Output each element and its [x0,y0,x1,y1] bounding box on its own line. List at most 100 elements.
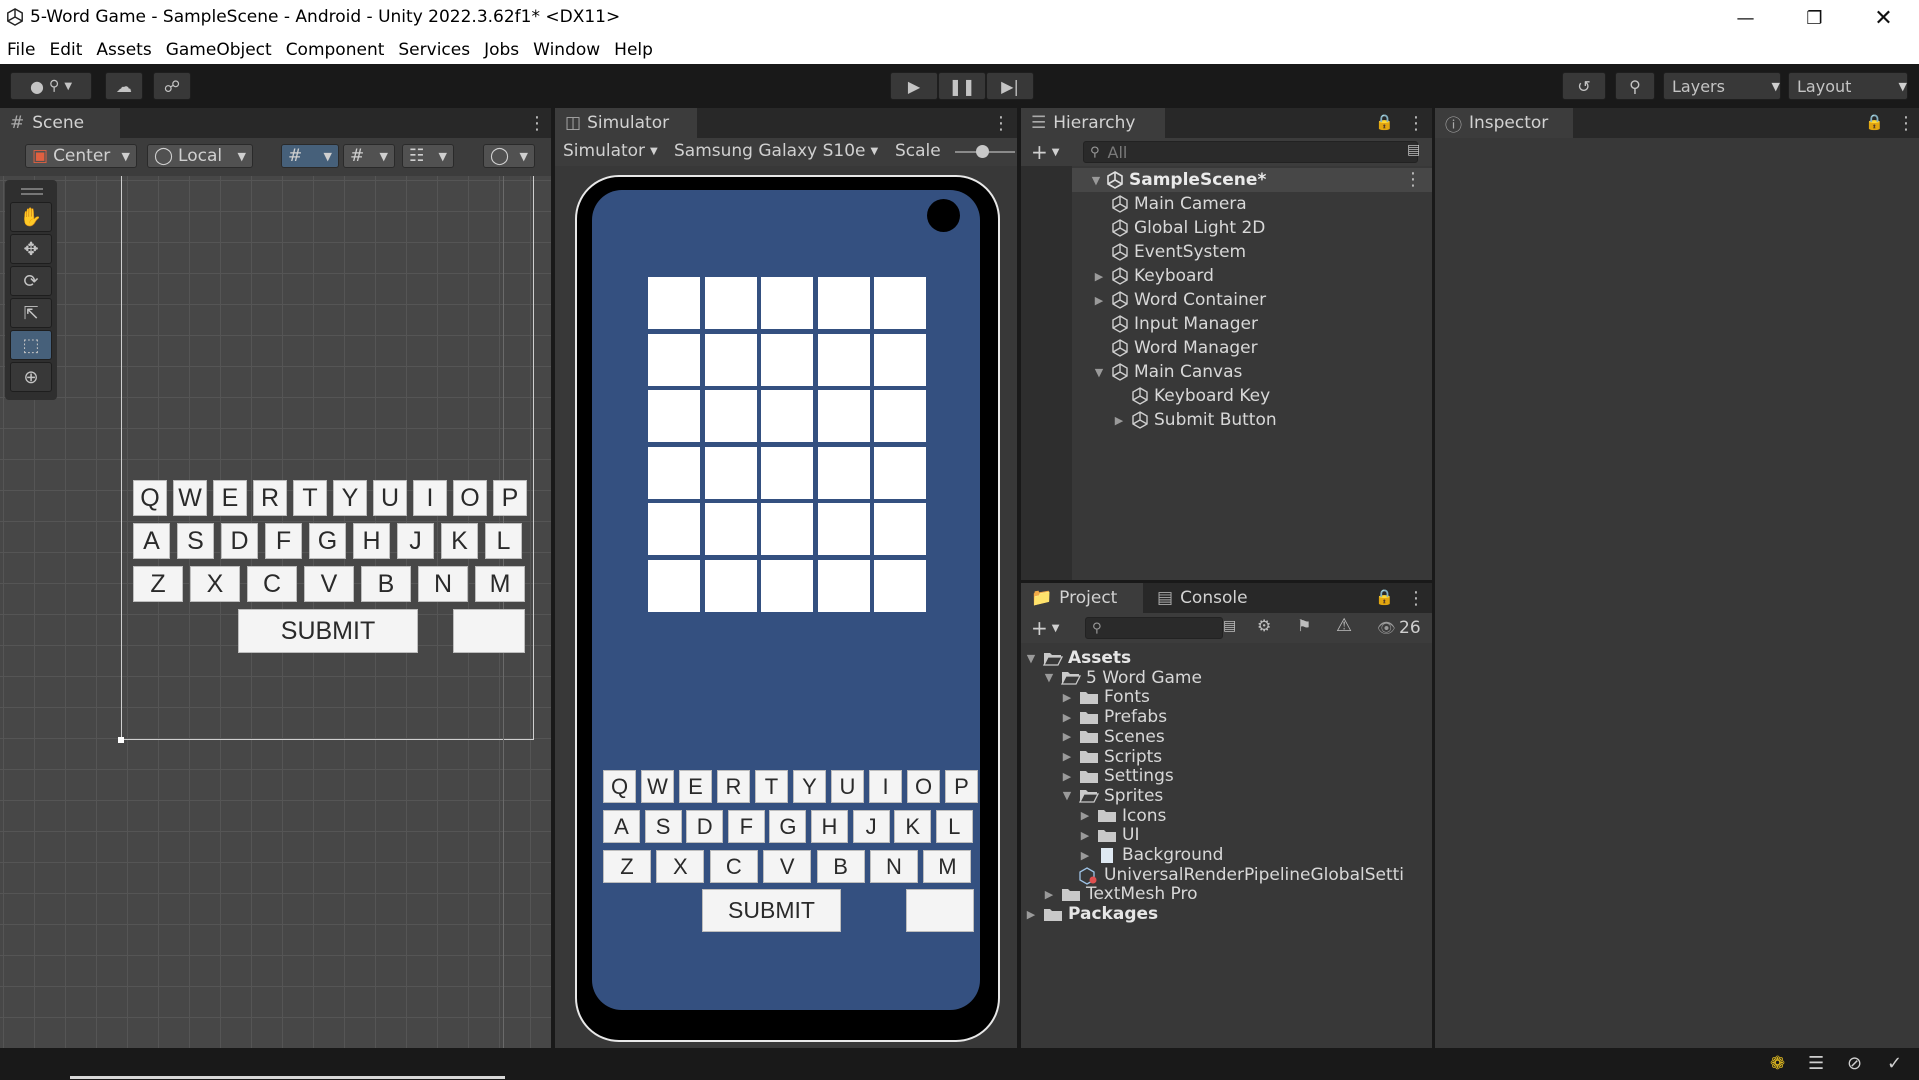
hierarchy-item[interactable]: Keyboard Key [1113,384,1270,408]
lock-icon[interactable]: 🔒 [1375,113,1394,131]
filter-log-icon[interactable]: ⚠ [1336,615,1352,636]
hierarchy-item[interactable]: EventSystem [1093,240,1246,264]
search-scene-icon[interactable]: ▤ [1407,142,1420,158]
key-l[interactable]: L [485,523,522,559]
pause-button[interactable]: ❚❚ [938,72,986,100]
lock-icon[interactable]: 🔒 [1375,588,1394,606]
search-scene-icon[interactable]: ▤ [1223,618,1236,634]
menu-edit[interactable]: Edit [49,40,82,60]
scene-viewport[interactable]: ✋ ✥ ⟳ ⇱ ⬚ ⊕ QWERTYUIOPASDFGHJKLZXCVBNM S… [0,176,551,1048]
tab-inspector[interactable]: ⓘ Inspector [1435,108,1573,138]
key-v[interactable]: V [763,850,812,883]
cloud-button[interactable]: ☁ [105,72,143,100]
expand-arrow-icon[interactable]: ▶ [1061,770,1073,783]
hierarchy-item[interactable]: ▶ Submit Button [1113,408,1277,432]
tab-scene[interactable]: # Scene [0,108,120,138]
create-asset-button[interactable]: + ▼ [1031,616,1059,640]
menu-services[interactable]: Services [398,40,470,60]
hierarchy-item[interactable]: ▶ Keyboard [1093,264,1214,288]
lock-icon[interactable]: 🔒 [1865,113,1884,131]
key-w[interactable]: W [641,770,674,803]
key-u[interactable]: U [831,770,864,803]
grid-snap-toggle[interactable]: # ▼ [281,144,339,168]
search-button[interactable]: ⚲ [1615,72,1655,100]
key-g[interactable]: G [309,523,346,559]
key-v[interactable]: V [304,566,354,602]
key-u[interactable]: U [373,480,407,516]
key-y[interactable]: Y [333,480,367,516]
key-i[interactable]: I [869,770,902,803]
ruler-toggle[interactable]: ☷ ▼ [402,144,454,168]
expand-arrow-icon[interactable]: ▶ [1113,414,1125,427]
step-button[interactable]: ▶| [986,72,1034,100]
key-f[interactable]: F [727,810,765,843]
hidden-packages-toggle[interactable]: 👁 26 [1377,618,1421,638]
hierarchy-item[interactable]: Input Manager [1093,312,1258,336]
key-k[interactable]: K [441,523,478,559]
device-dropdown[interactable]: Samsung Galaxy S10e ▼ [674,141,878,161]
undo-history-button[interactable]: ↺ [1562,72,1606,100]
scene-menu-icon[interactable]: ⋮ [528,113,546,134]
tab-simulator[interactable]: ◫ Simulator [555,108,697,138]
key-d[interactable]: D [221,523,258,559]
scale-slider-thumb[interactable] [976,145,989,158]
menu-help[interactable]: Help [614,40,653,60]
key-a[interactable]: A [603,810,640,843]
menu-file[interactable]: File [7,40,35,60]
key-f[interactable]: F [265,523,302,559]
key-h[interactable]: H [811,810,848,843]
expand-arrow-icon[interactable]: ▶ [1061,711,1073,724]
tab-project[interactable]: 📁 Project [1021,583,1143,613]
key-t[interactable]: T [293,480,327,516]
key-n[interactable]: N [418,566,468,602]
expand-arrow-icon[interactable]: ▶ [1061,750,1073,763]
hierarchy-item[interactable]: Global Light 2D [1093,216,1265,240]
expand-arrow-icon[interactable]: ▶ [1093,294,1105,307]
key-j[interactable]: J [397,523,434,559]
key-t[interactable]: T [755,770,788,803]
key-b[interactable]: B [816,850,865,883]
key-q[interactable]: Q [603,770,636,803]
version-control-button[interactable]: ☍ [153,72,191,100]
expand-arrow-icon[interactable]: ▼ [1043,671,1055,684]
key-s[interactable]: S [644,810,682,843]
key-r[interactable]: R [253,480,287,516]
layout-dropdown[interactable]: Layout ▼ [1788,72,1908,100]
key-x[interactable]: X [190,566,240,602]
expand-arrow-icon[interactable]: ▼ [1093,366,1105,379]
menu-gameobject[interactable]: GameObject [166,40,272,60]
menu-jobs[interactable]: Jobs [484,40,519,60]
minimize-icon[interactable]: — [1711,0,1780,36]
key-s[interactable]: S [177,523,214,559]
key-m[interactable]: M [475,566,525,602]
scene-backspace-key[interactable] [453,609,525,653]
inspector-menu-icon[interactable]: ⋮ [1897,113,1915,134]
key-e[interactable]: E [213,480,247,516]
key-d[interactable]: D [686,810,724,843]
key-k[interactable]: K [894,810,932,843]
tab-console[interactable]: ▤ Console [1147,583,1271,613]
key-x[interactable]: X [656,850,705,883]
key-m[interactable]: M [923,850,972,883]
expand-arrow-icon[interactable]: ▼ [1061,789,1073,802]
filter-type-icon[interactable]: ⚙ [1257,616,1271,635]
key-j[interactable]: J [852,810,890,843]
project-menu-icon[interactable]: ⋮ [1407,588,1425,609]
restore-icon[interactable]: ❐ [1780,0,1849,36]
hierarchy-item[interactable]: ▶ Word Container [1093,288,1266,312]
expand-arrow-icon[interactable]: ▶ [1061,691,1073,704]
hierarchy-item[interactable]: Main Camera [1093,192,1247,216]
key-p[interactable]: P [945,770,978,803]
create-button[interactable]: + ▼ [1031,140,1059,164]
expand-arrow-icon[interactable]: ▼ [1025,652,1037,665]
hierarchy-search[interactable]: ⚲ All [1083,141,1418,163]
key-w[interactable]: W [173,480,207,516]
key-c[interactable]: C [709,850,758,883]
key-g[interactable]: G [769,810,807,843]
key-i[interactable]: I [413,480,447,516]
key-a[interactable]: A [133,523,170,559]
network-icon[interactable]: ⊘ [1847,1053,1862,1074]
expand-arrow-icon[interactable]: ▶ [1079,809,1091,822]
expand-arrow-icon[interactable]: ▶ [1079,849,1091,862]
filter-label-icon[interactable]: ⚑ [1297,616,1311,635]
